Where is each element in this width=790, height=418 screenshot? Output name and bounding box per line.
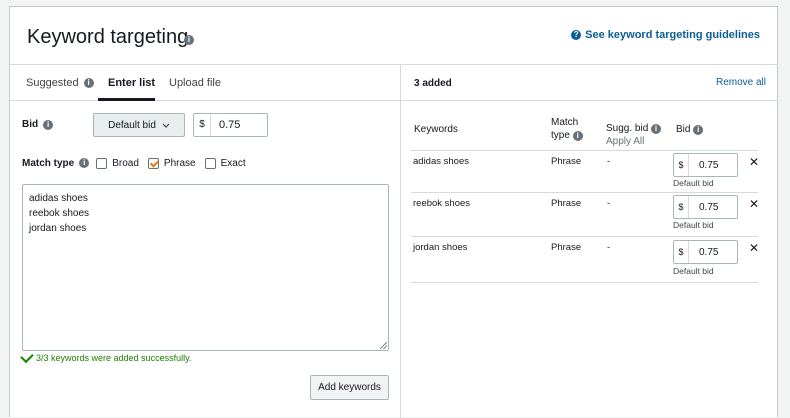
match-type-header-line1: Match	[551, 117, 579, 128]
bid-input[interactable]: $ 0.75	[193, 113, 268, 137]
bid-input-value: 0.75	[219, 119, 241, 131]
bid-label-text: Bid	[22, 119, 39, 130]
keyword-line: reebok shoes	[29, 208, 90, 219]
row-bid-value: 0.75	[699, 159, 719, 171]
info-icon[interactable]: i	[693, 125, 704, 135]
close-icon[interactable]: ✕	[749, 197, 759, 211]
match-type-label-text: Match type	[22, 157, 75, 169]
column-header-keywords: Keywords	[414, 124, 458, 135]
match-broad-option[interactable]: Broad	[96, 157, 139, 169]
guidelines-link-label: See keyword targeting guidelines	[585, 29, 760, 41]
table-row: adidas shoes Phrase - $ 0.75 Default bid…	[411, 151, 759, 193]
keyword-targeting-card: Keyword targeting i ? See keyword target…	[9, 6, 778, 418]
match-type-cell: Phrase	[551, 198, 582, 209]
match-phrase-option[interactable]: Phrase	[147, 157, 196, 169]
row-bid-input[interactable]: $ 0.75	[673, 240, 738, 264]
active-tab-indicator	[98, 98, 155, 101]
sugg-bid-cell: -	[607, 156, 611, 167]
currency-symbol: $	[194, 114, 211, 136]
phrase-label: Phrase	[163, 157, 196, 169]
added-header: 3 added Remove all	[401, 65, 777, 101]
info-icon[interactable]: i	[572, 131, 583, 141]
tab-label: Enter list	[108, 77, 156, 89]
column-header-match-type: Match type i	[551, 116, 583, 142]
exact-checkbox[interactable]	[204, 157, 216, 169]
row-bid-input[interactable]: $ 0.75	[673, 195, 738, 219]
exact-label: Exact	[220, 157, 246, 169]
success-message: 3/3 keywords were added successfully.	[20, 349, 192, 364]
row-bid-value: 0.75	[699, 246, 719, 258]
broad-label: Broad	[112, 157, 139, 169]
remove-all-link[interactable]: Remove all	[716, 77, 766, 88]
info-icon[interactable]: i	[79, 158, 90, 168]
success-text: 3/3 keywords were added successfully.	[36, 353, 192, 363]
bid-mode-dropdown[interactable]: Default bid	[93, 113, 185, 137]
sugg-bid-cell: -	[607, 242, 611, 253]
tab-label: Upload file	[169, 77, 221, 89]
tab-suggested[interactable]: Suggested i	[26, 77, 94, 89]
default-bid-note: Default bid	[673, 178, 714, 188]
column-header-bid: Bid i	[676, 123, 704, 136]
column-header-sugg-bid: Sugg. bid i Apply All	[606, 122, 662, 148]
keyword-entry-panel: Suggested i Enter list Upload file Bid i…	[10, 65, 400, 418]
apply-all-link[interactable]: Apply All	[606, 135, 661, 148]
keywords-textarea[interactable]: adidas shoes reebok shoes jordan shoes	[22, 184, 389, 351]
chevron-down-icon	[162, 123, 170, 128]
close-icon[interactable]: ✕	[749, 155, 759, 169]
info-icon[interactable]: i	[184, 35, 194, 45]
info-icon[interactable]: i	[43, 119, 54, 130]
currency-symbol: $	[674, 241, 689, 263]
broad-checkbox[interactable]	[96, 157, 108, 169]
card-header: Keyword targeting i ? See keyword target…	[10, 7, 777, 65]
match-type-row: Match type i Broad Phrase Exact	[22, 155, 255, 171]
checkmark-icon	[20, 349, 34, 364]
bid-mode-value: Default bid	[108, 119, 156, 131]
tab-upload-file[interactable]: Upload file	[169, 77, 221, 89]
match-type-header-line2: type	[551, 130, 570, 141]
default-bid-note: Default bid	[673, 220, 714, 230]
added-keywords-panel: 3 added Remove all Keywords Match type i…	[400, 65, 777, 418]
table-row: reebok shoes Phrase - $ 0.75 Default bid…	[411, 193, 759, 237]
sugg-bid-cell: -	[607, 198, 611, 209]
row-bid-value: 0.75	[699, 201, 719, 213]
currency-symbol: $	[674, 154, 689, 176]
tab-label: Suggested	[26, 77, 79, 89]
keyword-line: jordan shoes	[29, 223, 87, 234]
added-count: 3 added	[414, 78, 452, 89]
default-bid-note: Default bid	[673, 266, 714, 276]
resize-handle-icon[interactable]	[380, 342, 387, 349]
bid-label: Bid i	[22, 119, 54, 130]
keyword-cell: reebok shoes	[413, 198, 471, 209]
sugg-bid-header: Sugg. bid	[606, 123, 649, 134]
page-title: Keyword targeting	[27, 26, 189, 48]
info-icon[interactable]: i	[651, 124, 662, 134]
phrase-checkbox[interactable]	[147, 157, 159, 169]
bid-row: Bid i Default bid $ 0.75	[22, 113, 382, 137]
help-icon: ?	[571, 30, 582, 40]
guidelines-link[interactable]: ? See keyword targeting guidelines	[571, 29, 760, 41]
add-keywords-button[interactable]: Add keywords	[310, 375, 389, 400]
bid-header: Bid	[676, 124, 691, 135]
keyword-cell: adidas shoes	[413, 156, 469, 167]
keyword-cell: jordan shoes	[413, 242, 468, 253]
row-bid-input[interactable]: $ 0.75	[673, 153, 738, 177]
match-type-cell: Phrase	[551, 156, 582, 167]
close-icon[interactable]: ✕	[749, 241, 759, 255]
table-row: jordan shoes Phrase - $ 0.75 Default bid…	[411, 237, 759, 283]
match-exact-option[interactable]: Exact	[204, 157, 246, 169]
currency-symbol: $	[674, 196, 689, 218]
match-type-label: Match type i	[22, 157, 90, 169]
tab-enter-list[interactable]: Enter list	[108, 77, 155, 89]
match-type-cell: Phrase	[551, 242, 582, 253]
keyword-line: adidas shoes	[29, 193, 88, 204]
tab-bar: Suggested i Enter list Upload file	[10, 65, 400, 101]
info-icon[interactable]: i	[83, 78, 94, 88]
